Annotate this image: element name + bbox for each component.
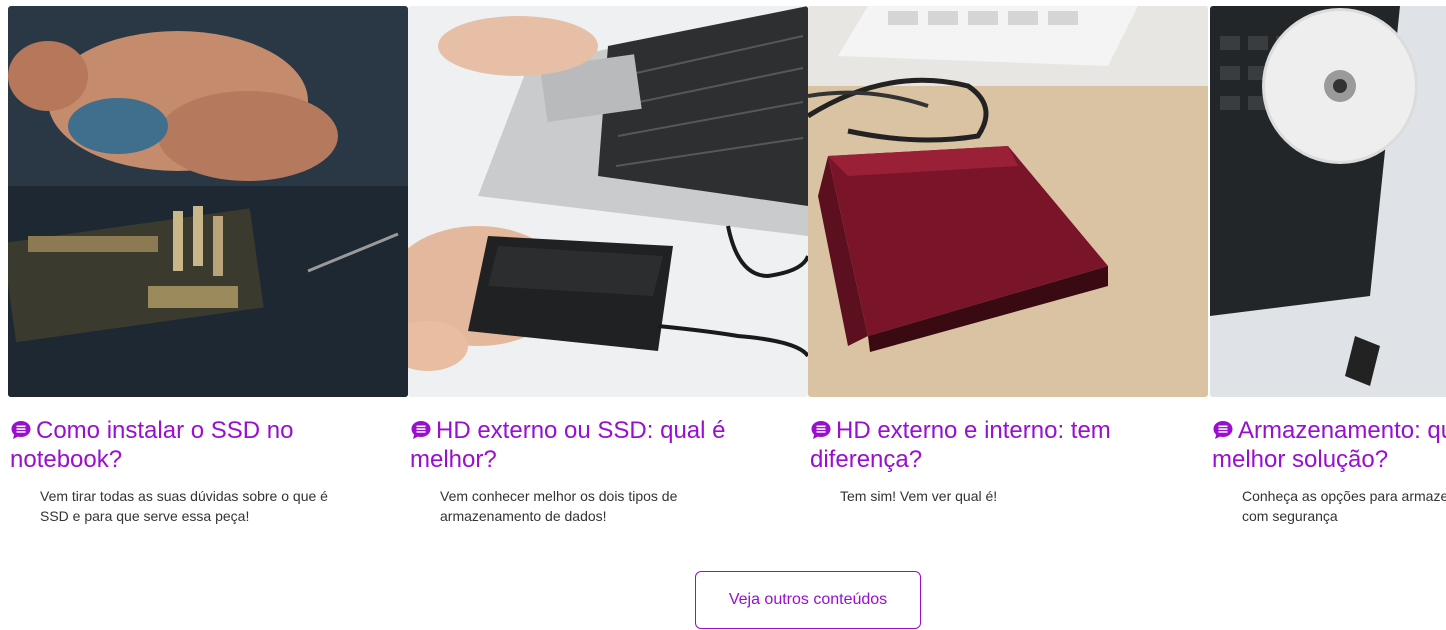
article-title-text: Armazenamento: qual a melhor solução? xyxy=(1212,417,1446,473)
article-title[interactable]: HD externo e interno: tem diferença? xyxy=(810,416,1140,474)
more-content-button[interactable]: Veja outros conteúdos xyxy=(695,571,921,629)
ssd-install-photo xyxy=(8,6,408,397)
article-image[interactable] xyxy=(8,6,408,397)
article-title-text: HD externo e interno: tem diferença? xyxy=(810,417,1111,473)
laptop-cd-photo xyxy=(1210,6,1446,397)
article-title[interactable]: Armazenamento: qual a melhor solução? xyxy=(1212,416,1446,474)
article-title-text: Como instalar o SSD no notebook? xyxy=(10,417,294,473)
external-hd-laptop-photo xyxy=(408,6,808,397)
chat-bubble-icon xyxy=(811,421,831,439)
article-image[interactable] xyxy=(1210,6,1446,397)
article-title-text: HD externo ou SSD: qual é melhor? xyxy=(410,417,726,473)
chat-bubble-icon xyxy=(11,421,31,439)
article-image[interactable] xyxy=(408,6,808,397)
chat-bubble-icon xyxy=(1213,421,1233,439)
article-image[interactable] xyxy=(808,6,1208,397)
article-description: Conheça as opções para armazenar arquivo… xyxy=(1242,488,1446,524)
article-title[interactable]: HD externo ou SSD: qual é melhor? xyxy=(410,416,740,474)
chat-bubble-icon xyxy=(411,421,431,439)
article-description: Tem sim! Vem ver qual é! xyxy=(840,488,998,504)
articles-carousel: Como instalar o SSD no notebook? Vem tir… xyxy=(0,0,1446,560)
red-external-hd-photo xyxy=(808,6,1208,397)
article-description: Vem conhecer melhor os dois tipos de arm… xyxy=(440,488,678,524)
article-title[interactable]: Como instalar o SSD no notebook? xyxy=(10,416,340,474)
article-description: Vem tirar todas as suas dúvidas sobre o … xyxy=(40,488,328,524)
